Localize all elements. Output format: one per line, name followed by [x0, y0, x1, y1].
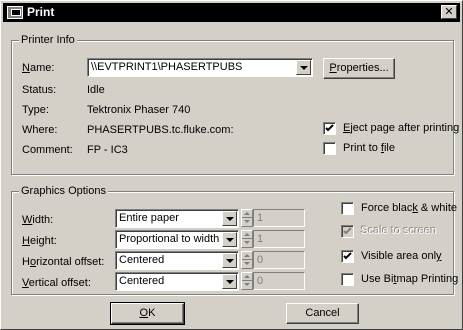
vertical-offset-spinner[interactable] — [241, 272, 253, 290]
chevron-down-icon[interactable] — [222, 274, 237, 289]
width-value: Entire paper — [119, 212, 179, 224]
comment-value: FP - IC3 — [87, 144, 128, 156]
properties-button[interactable]: Properties... — [323, 58, 395, 79]
ok-button[interactable]: OK — [110, 302, 185, 325]
checkmark-icon — [343, 227, 352, 235]
status-label: Status: — [22, 84, 57, 96]
spin-up-icon[interactable] — [242, 273, 252, 281]
spin-up-icon[interactable] — [242, 231, 252, 239]
eject-page-checkbox[interactable] — [323, 122, 336, 135]
close-button[interactable]: ✕ — [441, 5, 457, 19]
use-bitmap-printing-label: Use Bitmap Printing — [361, 273, 459, 285]
vertical-offset-number-field[interactable]: 0 — [253, 272, 305, 290]
graphics-options-group: Graphics Options Width: Entire paper 1 H… — [11, 185, 458, 295]
where-label: Where: — [22, 124, 58, 136]
height-spinner[interactable] — [241, 230, 253, 248]
spin-down-icon[interactable] — [242, 218, 252, 226]
chevron-down-icon[interactable] — [222, 232, 237, 247]
horizontal-offset-number-field[interactable]: 0 — [253, 251, 305, 269]
horizontal-offset-spinner[interactable] — [241, 251, 253, 269]
title-bar[interactable]: Print ✕ — [3, 3, 460, 22]
print-to-file-label: Print to file — [343, 142, 395, 154]
printer-name-value: \\EVTPRINT1\PHASERTPUBS — [91, 61, 243, 73]
horizontal-offset-value: Centered — [119, 254, 165, 266]
chevron-down-icon[interactable] — [296, 60, 311, 75]
printer-info-label: Printer Info — [19, 34, 77, 46]
spin-up-icon[interactable] — [242, 252, 252, 260]
type-value: Tektronix Phaser 740 — [87, 104, 191, 116]
width-label: Width: — [22, 214, 54, 226]
horizontal-offset-label: Horizontal offset: — [22, 256, 105, 268]
printer-info-group: Printer Info Name: \\EVTPRINT1\PHASERTPU… — [11, 34, 459, 175]
width-number-field[interactable]: 1 — [253, 209, 305, 227]
window-title: Print — [27, 5, 55, 19]
eject-page-label: Eject page after printing — [343, 122, 460, 134]
chevron-down-icon[interactable] — [222, 253, 237, 268]
checkmark-icon — [325, 124, 334, 132]
height-label: Height: — [22, 235, 57, 247]
spin-up-icon[interactable] — [242, 210, 252, 218]
scale-to-screen-label: Scale to screen — [361, 225, 437, 237]
name-label: Name: — [22, 62, 55, 74]
force-black-white-checkbox[interactable] — [341, 202, 354, 215]
horizontal-offset-combo[interactable]: Centered — [115, 251, 239, 270]
height-combo[interactable]: Proportional to width — [115, 230, 239, 249]
vertical-offset-combo[interactable]: Centered — [115, 272, 239, 291]
visible-area-only-label: Visible area only — [361, 250, 442, 262]
print-dialog: Print ✕ Printer Info Name: \\EVTPRINT1\P… — [0, 0, 463, 330]
where-value: PHASERTPUBS.tc.fluke.com: — [87, 124, 234, 136]
comment-label: Comment: — [22, 144, 73, 156]
height-number-field[interactable]: 1 — [253, 230, 305, 248]
vertical-offset-value: Centered — [119, 275, 165, 287]
print-to-file-checkbox[interactable] — [323, 142, 336, 155]
type-label: Type: — [22, 104, 49, 116]
status-value: Idle — [87, 84, 105, 96]
width-spinner[interactable] — [241, 209, 253, 227]
spin-down-icon[interactable] — [242, 239, 252, 247]
graphics-options-label: Graphics Options — [19, 185, 108, 197]
vertical-offset-label: Vertical offset: — [22, 277, 91, 289]
spin-down-icon[interactable] — [242, 260, 252, 268]
checkmark-icon — [343, 252, 352, 260]
spin-down-icon[interactable] — [242, 281, 252, 289]
cancel-button[interactable]: Cancel — [286, 303, 359, 324]
printer-icon — [7, 6, 23, 19]
width-combo[interactable]: Entire paper — [115, 209, 239, 228]
chevron-down-icon[interactable] — [222, 211, 237, 226]
scale-to-screen-checkbox — [341, 225, 354, 238]
printer-name-combo[interactable]: \\EVTPRINT1\PHASERTPUBS — [87, 58, 313, 77]
height-value: Proportional to width — [119, 233, 220, 245]
visible-area-only-checkbox[interactable] — [341, 250, 354, 263]
force-black-white-label: Force black & white — [361, 202, 457, 214]
use-bitmap-printing-checkbox[interactable] — [341, 273, 354, 286]
